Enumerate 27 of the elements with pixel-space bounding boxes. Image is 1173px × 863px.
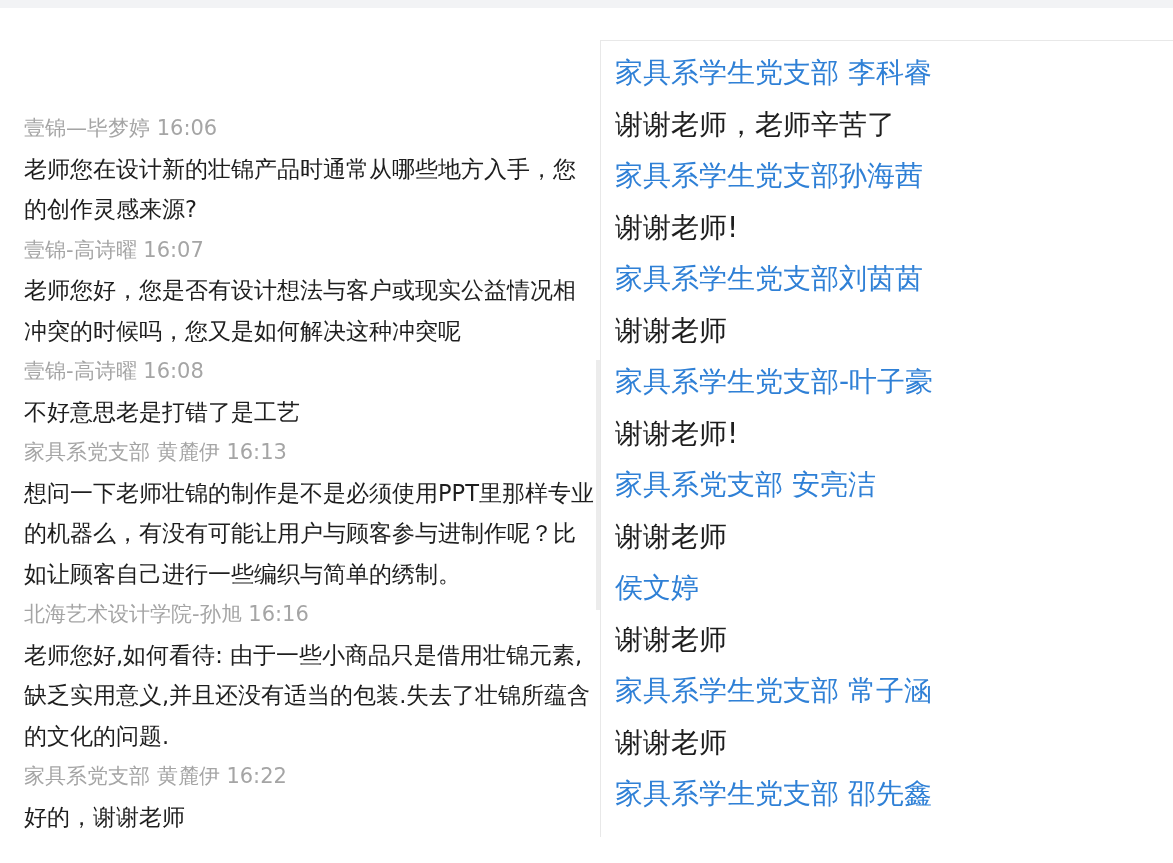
chat-message: 谢谢老师 bbox=[615, 621, 728, 658]
chat-message: 好的，谢谢老师 bbox=[24, 802, 186, 832]
sender-name[interactable]: 家具系党支部 安亮洁 bbox=[615, 459, 1173, 511]
chat-message: 老师您在设计新的壮锦产品时通常从哪些地方入手，您的创作灵感来源? bbox=[24, 154, 577, 224]
sender-name[interactable]: 家具系学生党支部-叶子豪 bbox=[615, 356, 1173, 408]
chat-message: 老师您好，您是否有设计想法与客户或现实公益情况相冲突的时候吗，您又是如何解决这种冲突呢 bbox=[24, 276, 577, 346]
sender-name: 壹锦-高诗曜 16:07 bbox=[24, 236, 205, 264]
sender-name: 北海艺术设计学院-孙旭 16:16 bbox=[24, 601, 310, 628]
chat-message: 不好意思老是打错了是工艺 bbox=[24, 397, 301, 427]
chat-message: 谢谢老师，老师辛苦了 bbox=[615, 106, 896, 143]
sender-name[interactable]: 侯文婷 bbox=[615, 562, 1173, 614]
chat-message: 谢谢老师! bbox=[615, 415, 740, 452]
sender-name[interactable]: 家具系学生党支部刘茵茵 bbox=[615, 253, 1173, 305]
chat-message: 谢谢老师! bbox=[615, 209, 740, 246]
chat-message: 谢谢老师 bbox=[615, 518, 728, 555]
sender-name: 壹锦—毕梦婷 16:06 bbox=[24, 115, 219, 142]
chat-message: 谢谢老师 bbox=[615, 724, 728, 761]
sender-name[interactable]: 家具系学生党支部 常子涵 bbox=[615, 665, 1173, 717]
sender-name: 家具系党支部 黄麓伊 16:13 bbox=[24, 439, 288, 466]
sender-name[interactable]: 家具系学生党支部 李科睿 bbox=[615, 47, 1173, 99]
chat-message: 老师您好,如何看待: 由于一些小商品只是借用壮锦元素,缺乏实用意义,并且还没有适当的包装.失去了壮锦所蕴含的文化的问题. bbox=[24, 640, 592, 751]
chat-message: 想问一下老师壮锦的制作是不是必须使用PPT里那样专业的机器么，有没有可能让用户与顾客参与进制作呢？比如让顾客自己进行一些编织与简单的绣制。 bbox=[24, 478, 594, 589]
sender-name: 家具系党支部 黄麓伊 16:22 bbox=[24, 763, 288, 790]
sender-name: 壹锦-高诗曜 16:08 bbox=[24, 358, 205, 385]
sender-name[interactable]: 家具系学生党支部 邵先鑫 bbox=[615, 768, 1173, 820]
chat-message: 谢谢老师 bbox=[615, 312, 728, 349]
sender-name[interactable]: 家具系学生党支部孙海茜 bbox=[615, 150, 1173, 202]
